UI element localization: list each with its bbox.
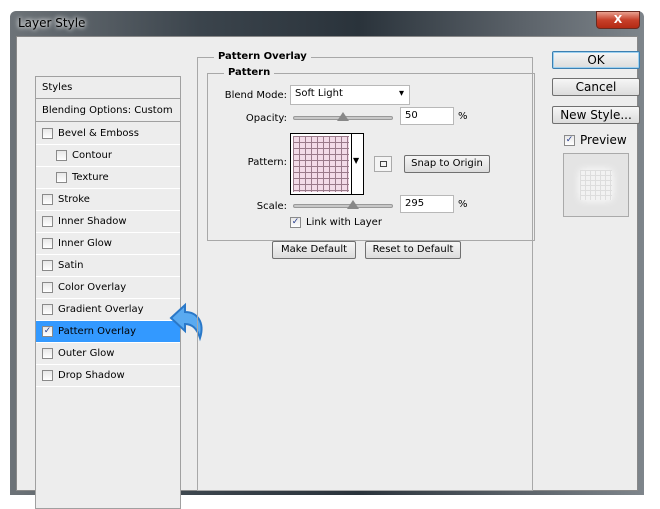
checkbox-icon: ✓ <box>564 134 575 146</box>
sidebar-item-label: Color Overlay <box>58 282 127 293</box>
pattern-swatch <box>293 136 349 192</box>
sidebar-item-stroke[interactable]: Stroke <box>36 189 180 211</box>
close-button[interactable]: X <box>596 11 640 29</box>
panel-title: Pattern Overlay <box>214 51 311 62</box>
opacity-unit: % <box>458 111 468 122</box>
checkbox-icon[interactable] <box>42 194 53 205</box>
sidebar-item-inner-shadow[interactable]: Inner Shadow <box>36 211 180 233</box>
checkbox-icon[interactable] <box>42 216 53 227</box>
checkbox-icon[interactable] <box>42 282 53 293</box>
scale-slider[interactable] <box>293 204 393 208</box>
checkbox-icon[interactable] <box>42 370 53 381</box>
cancel-button[interactable]: Cancel <box>552 78 640 96</box>
sidebar-item-label: Inner Shadow <box>58 216 127 227</box>
checkbox-icon[interactable]: ✓ <box>42 326 53 337</box>
checkbox-icon: ✓ <box>290 217 301 228</box>
sidebar-item-label: Bevel & Emboss <box>58 128 139 139</box>
blend-mode-value: Soft Light <box>295 88 343 99</box>
checkbox-icon[interactable] <box>56 172 67 183</box>
styles-list: Styles Blending Options: Custom Bevel & … <box>35 76 181 509</box>
sidebar-item-label: Pattern Overlay <box>58 326 137 337</box>
make-default-button[interactable]: Make Default <box>272 241 356 259</box>
sidebar-item-label: Stroke <box>58 194 90 205</box>
styles-header-label: Styles <box>42 82 73 93</box>
link-with-layer-label: Link with Layer <box>306 217 382 228</box>
sidebar-item-label: Contour <box>72 150 112 161</box>
sidebar-item-contour[interactable]: Contour <box>36 145 180 167</box>
sidebar-item-bevel-emboss[interactable]: Bevel & Emboss <box>36 123 180 145</box>
scale-label: Scale: <box>256 201 287 212</box>
sidebar-item-color-overlay[interactable]: Color Overlay <box>36 277 180 299</box>
styles-header[interactable]: Styles <box>36 77 180 99</box>
sidebar-item-label: Texture <box>72 172 109 183</box>
checkbox-icon[interactable] <box>42 348 53 359</box>
sidebar-item-texture[interactable]: Texture <box>36 167 180 189</box>
scale-input[interactable]: 295 <box>400 195 454 213</box>
pattern-picker[interactable]: ▼ <box>290 133 364 195</box>
blend-mode-select[interactable]: Soft Light ▾ <box>290 85 410 105</box>
checkbox-icon[interactable] <box>56 150 67 161</box>
sidebar-item-outer-glow[interactable]: Outer Glow <box>36 343 180 365</box>
ok-button[interactable]: OK <box>552 51 640 69</box>
link-with-layer-checkbox[interactable]: ✓ Link with Layer <box>290 217 382 228</box>
preview-thumbnail <box>563 153 629 217</box>
blend-mode-label: Blend Mode: <box>224 90 287 101</box>
blending-options[interactable]: Blending Options: Custom <box>36 100 180 122</box>
sidebar-item-label: Satin <box>58 260 84 271</box>
checkbox-icon[interactable] <box>42 304 53 315</box>
opacity-slider-thumb[interactable] <box>337 112 349 121</box>
blending-options-label: Blending Options: Custom <box>42 105 173 116</box>
reset-to-default-button[interactable]: Reset to Default <box>365 241 461 259</box>
sidebar-item-gradient-overlay[interactable]: Gradient Overlay <box>36 299 180 321</box>
scale-unit: % <box>458 199 468 210</box>
sidebar-item-satin[interactable]: Satin <box>36 255 180 277</box>
checkbox-icon[interactable] <box>42 260 53 271</box>
chevron-down-icon: ▾ <box>398 88 404 99</box>
snap-to-origin-button[interactable]: Snap to Origin <box>404 155 490 173</box>
pattern-group-title: Pattern <box>224 67 275 78</box>
opacity-label: Opacity: <box>245 113 287 124</box>
new-preset-icon[interactable] <box>374 156 392 172</box>
preview-checkbox[interactable]: ✓ Preview <box>564 133 627 147</box>
sidebar-item-drop-shadow[interactable]: Drop Shadow <box>36 365 180 387</box>
new-style-button[interactable]: New Style... <box>552 106 640 124</box>
pattern-label: Pattern: <box>247 157 287 168</box>
sidebar-item-label: Outer Glow <box>58 348 115 359</box>
sidebar-item-label: Inner Glow <box>58 238 112 249</box>
opacity-input[interactable]: 50 <box>400 107 454 125</box>
sidebar-item-label: Drop Shadow <box>58 370 125 381</box>
checkbox-icon[interactable] <box>42 238 53 249</box>
preview-label: Preview <box>580 133 627 147</box>
sidebar-item-pattern-overlay[interactable]: ✓ Pattern Overlay <box>36 321 180 343</box>
chevron-down-icon: ▼ <box>353 156 360 165</box>
sidebar-item-label: Gradient Overlay <box>58 304 144 315</box>
dialog-window: Layer Style X Styles Blending Options: C… <box>10 11 644 509</box>
checkbox-icon[interactable] <box>42 128 53 139</box>
sidebar-item-inner-glow[interactable]: Inner Glow <box>36 233 180 255</box>
dialog-body: Styles Blending Options: Custom Bevel & … <box>16 36 640 509</box>
window-title: Layer Style <box>18 16 86 30</box>
scale-slider-thumb[interactable] <box>347 200 359 209</box>
